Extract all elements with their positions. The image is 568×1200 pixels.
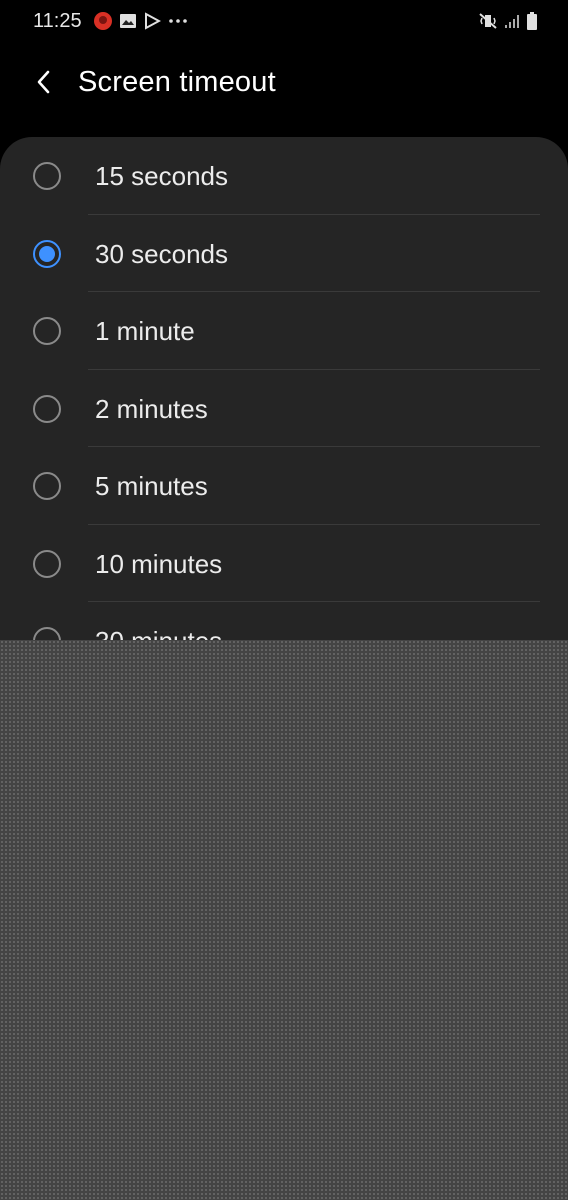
option-label: 5 minutes (95, 471, 208, 501)
option-2-minutes[interactable]: 2 minutes (0, 370, 568, 447)
status-icons-right (478, 11, 538, 36)
app-header: Screen timeout (0, 50, 568, 120)
option-label: 15 seconds (95, 161, 228, 191)
chevron-left-icon (37, 70, 50, 94)
play-store-icon (143, 12, 162, 35)
mute-vibrate-icon (478, 12, 498, 35)
radio-button[interactable] (33, 472, 61, 500)
option-30-seconds[interactable]: 30 seconds (0, 215, 568, 292)
option-15-seconds[interactable]: 15 seconds (0, 137, 568, 215)
status-icons-left (93, 11, 189, 36)
timeout-options-list: 15 seconds 30 seconds 1 minute 2 minutes… (0, 137, 568, 657)
notification-red-icon (93, 11, 113, 36)
option-label: 1 minute (95, 316, 195, 346)
battery-icon (526, 11, 538, 36)
signal-icon (504, 12, 520, 35)
radio-button[interactable] (33, 162, 61, 190)
option-label: 10 minutes (95, 548, 223, 579)
radio-button[interactable] (33, 549, 61, 578)
option-label: 30 seconds (95, 238, 228, 269)
more-icon (167, 12, 189, 35)
status-time: 11:25 (33, 10, 82, 32)
radio-button-selected[interactable] (33, 239, 61, 268)
back-button[interactable] (26, 64, 62, 100)
option-1-minute[interactable]: 1 minute (0, 292, 568, 370)
status-bar: 11:25 (0, 0, 568, 44)
page-title: Screen timeout (78, 66, 276, 98)
radio-button[interactable] (33, 394, 61, 423)
option-label: 2 minutes (95, 393, 208, 424)
option-10-minutes[interactable]: 10 minutes (0, 525, 568, 602)
dimmed-overlay (0, 640, 568, 1200)
radio-button[interactable] (33, 317, 61, 345)
gallery-icon (119, 12, 137, 35)
option-5-minutes[interactable]: 5 minutes (0, 447, 568, 525)
